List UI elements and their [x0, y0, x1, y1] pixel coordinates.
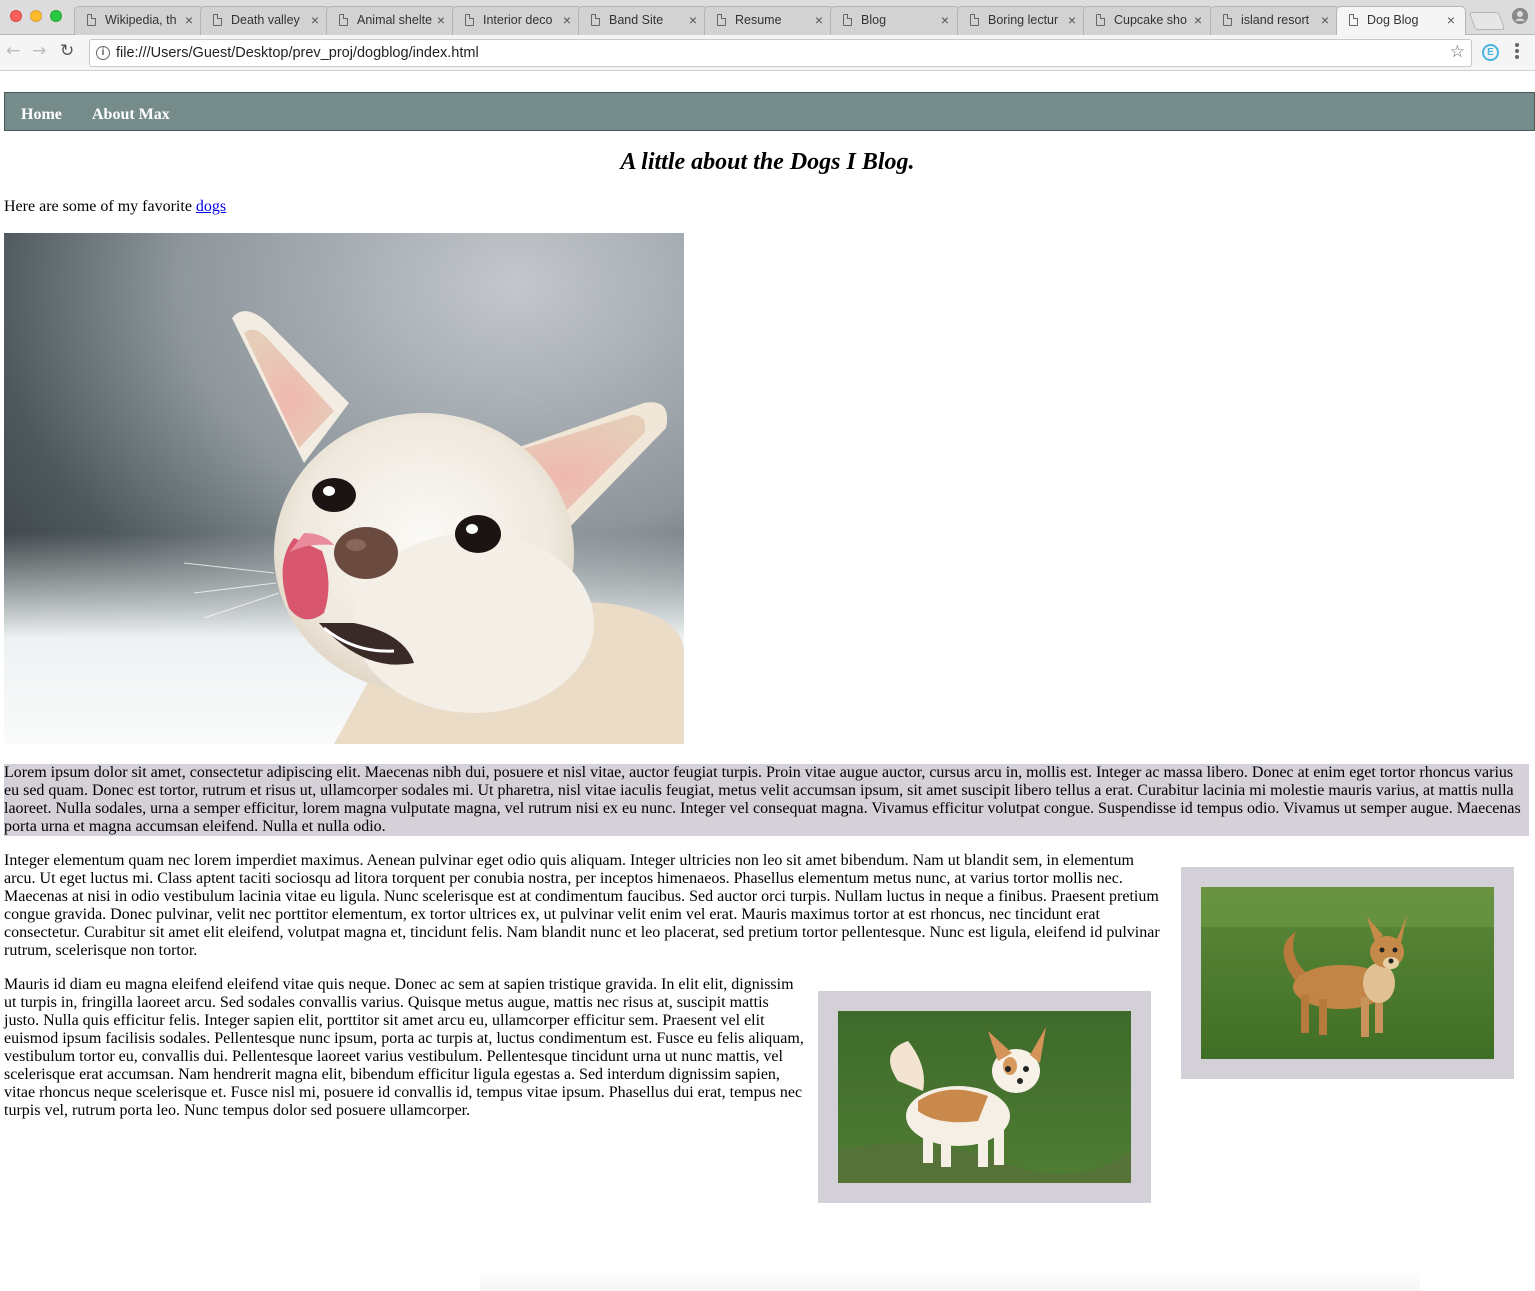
- browser-toolbar: ← → ↻ i file:///Users/Guest/Desktop/prev…: [0, 35, 1535, 71]
- page-bottom-shadow: [480, 1271, 1420, 1291]
- back-arrow-icon[interactable]: ←: [6, 41, 20, 61]
- document-icon: [1096, 14, 1105, 26]
- document-icon: [213, 14, 222, 26]
- highlighted-paragraph: Lorem ipsum dolor sit amet, consectetur …: [4, 764, 1529, 836]
- minimize-window-button[interactable]: [30, 10, 42, 22]
- address-bar[interactable]: i file:///Users/Guest/Desktop/prev_proj/…: [89, 39, 1472, 67]
- tab-island-resort[interactable]: island resort ×: [1210, 6, 1340, 35]
- tab-resume[interactable]: Resume ×: [704, 6, 834, 35]
- tab-animal-shelter[interactable]: Animal shelte ×: [326, 6, 456, 35]
- photo-frame-right: [1181, 867, 1514, 1079]
- close-window-button[interactable]: [10, 10, 22, 22]
- document-icon: [1349, 14, 1358, 26]
- page-viewport: Home About Max A little about the Dogs I…: [0, 71, 1535, 1291]
- hero-dog-photo: [4, 233, 684, 744]
- tab-close-icon[interactable]: ×: [437, 12, 445, 28]
- tab-interior-deco[interactable]: Interior deco ×: [452, 6, 582, 35]
- site-navbar: Home About Max: [4, 92, 1535, 131]
- paragraph-three: Mauris id diam eu magna eleifend eleifen…: [4, 976, 804, 1119]
- tab-close-icon[interactable]: ×: [941, 12, 949, 28]
- tab-dog-blog[interactable]: Dog Blog ×: [1336, 6, 1466, 36]
- tab-close-icon[interactable]: ×: [689, 12, 697, 28]
- document-icon: [465, 14, 474, 26]
- document-icon: [87, 14, 96, 26]
- forward-arrow-icon[interactable]: →: [32, 41, 46, 61]
- tab-close-icon[interactable]: ×: [1321, 12, 1329, 28]
- tab-close-icon[interactable]: ×: [1068, 12, 1076, 28]
- bookmark-star-icon[interactable]: ☆: [1450, 42, 1465, 62]
- dog-photo-tan: [1201, 887, 1494, 1059]
- document-icon: [591, 14, 600, 26]
- reload-icon[interactable]: ↻: [60, 41, 74, 61]
- extension-icon[interactable]: E: [1482, 44, 1499, 61]
- intro-text: Here are some of my favorite dogs: [4, 198, 227, 215]
- tab-strip: Wikipedia, th × Death valley × Animal shel…: [0, 0, 1535, 36]
- tab-close-icon[interactable]: ×: [563, 12, 571, 28]
- nav-about-link[interactable]: About Max: [92, 106, 170, 124]
- tab-boring-lecture[interactable]: Boring lectur ×: [957, 6, 1087, 35]
- nav-home-link[interactable]: Home: [21, 106, 62, 124]
- paragraph-two: Integer elementum quam nec lorem imperdi…: [4, 852, 1160, 959]
- dogs-link[interactable]: dogs: [196, 198, 226, 215]
- tab-wikipedia[interactable]: Wikipedia, th ×: [74, 6, 204, 35]
- document-icon: [717, 14, 726, 26]
- tab-close-icon[interactable]: ×: [1194, 12, 1202, 28]
- tab-close-icon[interactable]: ×: [1447, 12, 1455, 28]
- tab-band-site[interactable]: Band Site ×: [578, 6, 708, 35]
- document-icon: [1223, 14, 1232, 26]
- new-tab-button[interactable]: [1468, 12, 1506, 30]
- url-text[interactable]: file:///Users/Guest/Desktop/prev_proj/do…: [116, 45, 479, 61]
- profile-icon[interactable]: [1512, 8, 1528, 24]
- tab-cupcake-shop[interactable]: Cupcake sho ×: [1083, 6, 1213, 35]
- photo-frame-middle: [818, 991, 1151, 1203]
- document-icon: [843, 14, 852, 26]
- menu-icon[interactable]: [1515, 43, 1519, 61]
- document-icon: [339, 14, 348, 26]
- tab-blog[interactable]: Blog ×: [830, 6, 960, 35]
- tab-close-icon[interactable]: ×: [311, 12, 319, 28]
- document-icon: [970, 14, 979, 26]
- page-title: A little about the Dogs I Blog.: [620, 149, 915, 175]
- maximize-window-button[interactable]: [50, 10, 62, 22]
- info-icon[interactable]: i: [96, 46, 110, 60]
- tab-close-icon[interactable]: ×: [815, 12, 823, 28]
- dog-photo-longhair: [838, 1011, 1131, 1183]
- tab-close-icon[interactable]: ×: [185, 12, 193, 28]
- tab-death-valley[interactable]: Death valley ×: [200, 6, 330, 35]
